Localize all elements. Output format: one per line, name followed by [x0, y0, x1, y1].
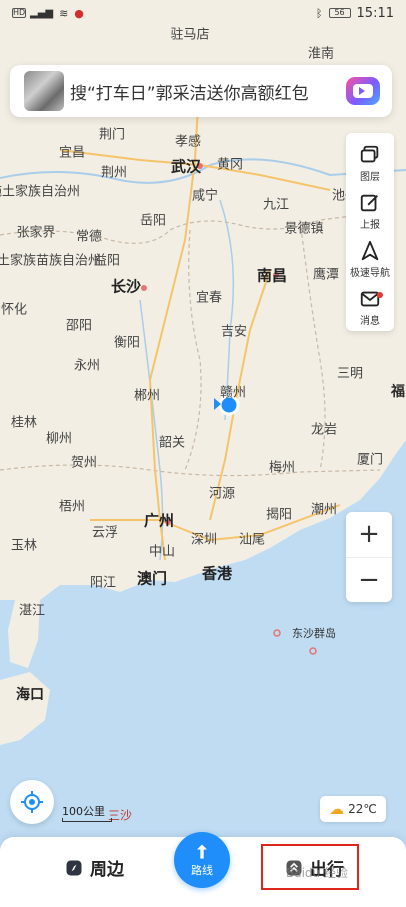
tool-label: 消息	[360, 315, 380, 327]
map-label[interactable]: 武汉	[171, 156, 201, 177]
map-canvas[interactable]: 驻马店 淮南 荆门 孝感 宜昌 武汉 黄冈 荆州 咸宁 恩施土家族自治州 九江 …	[0, 0, 406, 907]
map-label[interactable]: 梅州	[269, 457, 295, 476]
zoom-in-button[interactable]: +	[346, 512, 392, 558]
locate-icon	[21, 791, 43, 813]
tool-label: 图层	[360, 171, 380, 183]
weather-widget[interactable]: ☁ 22℃	[320, 796, 386, 822]
map-label[interactable]: 淮南	[308, 43, 334, 62]
map-label[interactable]: 益阳	[94, 250, 120, 269]
map-label[interactable]: 邵阳	[66, 315, 92, 334]
search-promo-text[interactable]: 搜“打车日”郭采洁送你高额红包	[70, 79, 346, 104]
map-label[interactable]: 阳江	[90, 572, 116, 591]
route-label: 路线	[191, 864, 213, 877]
nearby-tab[interactable]: 周边	[64, 855, 124, 880]
map-label[interactable]: 中山	[149, 541, 175, 560]
map-label[interactable]: 龙岩	[311, 419, 337, 438]
zoom-out-button[interactable]: −	[346, 558, 392, 603]
map-scale-bar	[62, 818, 112, 822]
watermark: Baidu 经验	[286, 866, 348, 880]
map-label[interactable]: 东沙群岛	[292, 625, 336, 641]
tool-label: 上报	[360, 219, 380, 231]
map-label[interactable]: 孝感	[175, 131, 201, 150]
messages-button[interactable]: 消息	[346, 283, 394, 331]
map-label[interactable]: 韶关	[159, 432, 185, 451]
map-label[interactable]: 张家界	[16, 222, 55, 241]
map-label[interactable]: 广州	[144, 510, 174, 531]
zoom-controls: + −	[346, 512, 392, 602]
voice-assistant-icon[interactable]	[346, 77, 380, 105]
layers-icon	[360, 145, 379, 162]
map-toolbar: 图层 上报 极速导航 消息	[346, 133, 394, 331]
signal-icon: ▂▄▆	[30, 7, 54, 19]
map-label[interactable]: 云浮	[92, 522, 118, 541]
map-label[interactable]: 玉林	[11, 535, 37, 554]
map-label[interactable]: 澳门	[137, 568, 167, 589]
navigation-icon	[361, 240, 379, 260]
status-time: 15:11	[356, 5, 394, 21]
map-label[interactable]: 怀化	[1, 299, 27, 318]
map-label[interactable]: 南昌	[257, 265, 287, 286]
map-label[interactable]: 驻马店	[170, 24, 209, 43]
map-label[interactable]: 衡阳	[114, 332, 140, 351]
map-label[interactable]: 常德	[76, 226, 102, 245]
map-label[interactable]: 宜春	[196, 287, 222, 306]
mail-icon	[360, 291, 380, 306]
map-label[interactable]: 福	[391, 381, 405, 401]
nearby-label: 周边	[90, 860, 124, 880]
map-label[interactable]: 湘西土家族苗族自治州	[0, 250, 101, 269]
unread-badge	[377, 292, 383, 298]
map-label[interactable]: 汕尾	[239, 529, 265, 548]
wifi-icon: ≋	[59, 6, 69, 20]
map-label[interactable]: 九江	[263, 194, 289, 213]
map-label[interactable]: 梧州	[59, 496, 85, 515]
avatar[interactable]	[24, 71, 64, 111]
map-label[interactable]: 三明	[337, 363, 363, 382]
map-label[interactable]: 揭阳	[266, 504, 292, 523]
map-label[interactable]: 赣州	[220, 382, 246, 401]
bluetooth-icon: ᛒ	[315, 6, 323, 20]
map-label[interactable]: 郴州	[134, 385, 160, 404]
map-terrain	[0, 0, 406, 907]
compass-icon	[66, 860, 82, 875]
route-arrow-icon	[197, 844, 207, 859]
map-label[interactable]: 河源	[209, 483, 235, 502]
map-label[interactable]: 长沙	[111, 276, 141, 297]
map-label[interactable]: 宜昌	[59, 142, 85, 161]
map-label[interactable]: 厦门	[357, 449, 383, 468]
map-label[interactable]: 景德镇	[284, 218, 323, 237]
route-button[interactable]: 路线	[174, 832, 230, 888]
map-label[interactable]: 黄冈	[217, 154, 243, 173]
report-button[interactable]: 上报	[346, 187, 394, 235]
battery-icon: 56	[328, 8, 351, 18]
search-bar[interactable]: 搜“打车日”郭采洁送你高额红包	[10, 65, 392, 117]
hd-icon: HD	[12, 8, 26, 18]
map-label[interactable]: 荆门	[99, 124, 125, 143]
status-bar: HD ▂▄▆ ≋ ● ᛒ 56 15:11	[0, 0, 406, 26]
map-label[interactable]: 永州	[74, 355, 100, 374]
weather-temp: 22℃	[348, 802, 377, 816]
fast-navigation-button[interactable]: 极速导航	[346, 235, 394, 283]
map-label[interactable]: 岳阳	[140, 210, 166, 229]
map-label[interactable]: 柳州	[46, 428, 72, 447]
status-right: ᛒ 56 15:11	[316, 6, 394, 21]
map-label[interactable]: 鹰潭	[313, 264, 339, 283]
map-label[interactable]: 贺州	[71, 452, 97, 471]
layers-button[interactable]: 图层	[346, 139, 394, 187]
map-label[interactable]: 桂林	[11, 412, 37, 431]
tool-label: 极速导航	[350, 267, 390, 279]
map-scale-label: 100公里	[62, 805, 105, 818]
map-label[interactable]: 潮州	[311, 499, 337, 518]
map-label[interactable]: 咸宁	[192, 185, 218, 204]
map-label[interactable]: 香港	[202, 563, 232, 584]
map-label[interactable]: 吉安	[221, 321, 247, 340]
locate-button[interactable]	[10, 780, 54, 824]
map-label[interactable]: 深圳	[191, 529, 217, 548]
map-label[interactable]: 荆州	[101, 162, 127, 181]
map-label[interactable]: 恩施土家族自治州	[0, 181, 80, 200]
map-label[interactable]: 湛江	[19, 600, 45, 619]
mic-icon: ●	[74, 6, 84, 20]
map-label[interactable]: 海口	[16, 684, 44, 704]
partly-cloudy-icon: ☁	[329, 800, 345, 818]
report-icon	[360, 194, 378, 211]
